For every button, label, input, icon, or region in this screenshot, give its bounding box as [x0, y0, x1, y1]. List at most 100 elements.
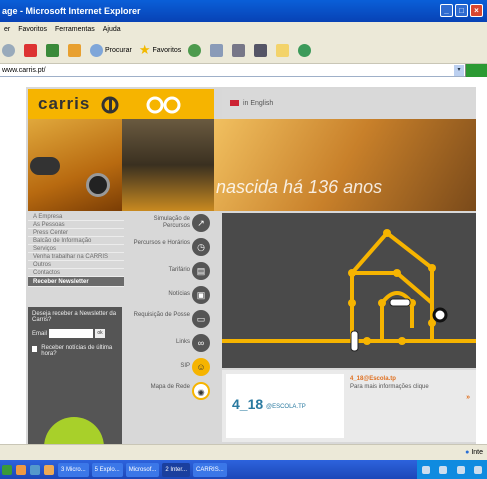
breaking-news-checkbox[interactable]: [32, 346, 38, 352]
menu-item-pessoas[interactable]: As Pessoas: [28, 221, 124, 229]
school-title[interactable]: 4_18@Escola.tp: [350, 376, 396, 382]
school-logo-text: 4_18: [232, 396, 264, 412]
menu-bar: er Favoritos Ferramentas Ajuda: [0, 22, 487, 37]
search-label: Procurar: [105, 46, 132, 54]
service-links[interactable]: Links ∞: [124, 333, 216, 355]
menu-item-contactos[interactable]: Contactos: [28, 269, 124, 277]
menu-item-outros[interactable]: Outros: [28, 261, 124, 269]
taskbar-item-carris[interactable]: CARRIS...: [193, 462, 227, 477]
tram-light-icon: [30, 157, 60, 175]
service-noticias[interactable]: Notícias ▣: [124, 285, 216, 307]
service-sip[interactable]: SIP ☺: [124, 357, 216, 379]
home-icon: [68, 43, 81, 57]
logo-banner: carris: [28, 89, 214, 119]
sip-icon: ☺: [192, 358, 210, 376]
tray-icon[interactable]: [456, 465, 465, 474]
menu-item-servicos[interactable]: Serviços: [28, 245, 124, 253]
email-field[interactable]: [49, 329, 94, 338]
school-logo[interactable]: 4_18 @ESCOLA.TP: [226, 374, 344, 438]
service-label: Tarifário: [168, 267, 190, 273]
newsletter-prompt: Deseja receber a Newsletter da Carris?: [32, 311, 117, 323]
menu-item-trabalhar[interactable]: Venha trabalhar na CARRIS: [28, 253, 124, 261]
taskbar-item-explorer[interactable]: 5 Explo...: [91, 462, 123, 477]
service-label: Mapa de Rede: [150, 384, 190, 390]
taskbar-item-microsoft[interactable]: Microsof...: [125, 462, 160, 477]
service-requisicao[interactable]: Requisição de Posse ▭: [124, 309, 216, 331]
school-promo[interactable]: 4_18 @ESCOLA.TP 4_18@Escola.tp Para mais…: [222, 370, 476, 442]
mail-button[interactable]: [208, 40, 227, 60]
folder-icon: [276, 43, 290, 57]
school-description: Para mais informações clique: [350, 384, 429, 390]
search-icon: [90, 43, 103, 57]
network-map-graphic: [222, 229, 476, 352]
tray-icon[interactable]: [439, 465, 448, 474]
search-button[interactable]: Procurar: [88, 40, 134, 60]
tray-icon[interactable]: [421, 465, 430, 474]
service-simulacao[interactable]: Simulação de Percursos ↗: [124, 213, 216, 235]
star-icon: ★: [138, 42, 151, 57]
edit-button[interactable]: [252, 40, 271, 60]
print-button[interactable]: [230, 40, 249, 60]
favorites-button[interactable]: ★ Favoritos: [137, 40, 183, 60]
route-icon: ↗: [192, 214, 210, 232]
zone-label: Inte: [471, 449, 483, 456]
menu-favorites[interactable]: Favoritos: [14, 22, 51, 37]
menu-item-newsletter[interactable]: Receber Newsletter: [28, 277, 124, 287]
address-url[interactable]: www.carris.pt/: [2, 67, 46, 74]
title-bar: age - Microsoft Internet Explorer _ □ ×: [0, 0, 487, 22]
ticket-icon: ▤: [192, 262, 210, 280]
email-label: Email: [32, 330, 48, 337]
menu-file[interactable]: er: [0, 22, 14, 37]
history-button[interactable]: [186, 40, 205, 60]
globe-icon: ●: [465, 449, 470, 456]
address-bar[interactable]: www.carris.pt/: [0, 64, 487, 77]
menu-item-press[interactable]: Press Center: [28, 229, 124, 237]
favorites-label: Favoritos: [152, 46, 182, 54]
service-mapa[interactable]: Mapa de Rede ✺: [124, 381, 216, 403]
service-percursos[interactable]: Percursos e Horários ◷: [124, 237, 216, 259]
menu-item-empresa[interactable]: A Empresa: [28, 213, 124, 221]
carris-page: carris in English nascida há 136 anos A …: [26, 87, 476, 444]
forward-button[interactable]: [0, 40, 19, 60]
tram-headlight-icon: [86, 173, 110, 197]
tray-icon[interactable]: [474, 465, 483, 474]
taskbar-item-internet[interactable]: 2 Inter...: [162, 462, 191, 477]
quicklaunch-desktop-icon[interactable]: [30, 464, 40, 475]
service-tarifario[interactable]: Tarifário ▤: [124, 261, 216, 283]
refresh-button[interactable]: [44, 40, 63, 60]
newsletter-checkbox-row: Receber notícias de última hora?: [32, 345, 118, 357]
folder-button[interactable]: [274, 40, 293, 60]
carris-logo-mark-icon: [101, 96, 181, 114]
toolbar: Procurar ★ Favoritos: [0, 37, 487, 64]
print-icon: [232, 43, 246, 57]
refresh-icon: [46, 43, 59, 57]
taskbar-item-word[interactable]: 3 Micro...: [58, 462, 89, 477]
close-button[interactable]: ×: [470, 4, 483, 17]
menu-item-balcao[interactable]: Balcão de Informação: [28, 237, 124, 245]
english-link[interactable]: in English: [243, 100, 273, 107]
carris-logo[interactable]: carris: [38, 94, 90, 114]
start-button[interactable]: [2, 464, 12, 475]
services-menu: Simulação de Percursos ↗ Percursos e Horá…: [124, 213, 216, 444]
ok-button[interactable]: ok: [95, 329, 106, 338]
school-more-link[interactable]: »: [466, 394, 470, 401]
messenger-button[interactable]: [296, 40, 315, 60]
page-viewport: carris in English nascida há 136 anos A …: [0, 77, 487, 444]
quicklaunch-ie-icon[interactable]: [16, 464, 26, 475]
network-map[interactable]: [222, 213, 476, 368]
newsletter-email-row: Email ok: [32, 329, 118, 338]
menu-help[interactable]: Ajuda: [99, 22, 125, 37]
home-button[interactable]: [66, 40, 85, 60]
minimize-button[interactable]: _: [440, 4, 453, 17]
browser-window: age - Microsoft Internet Explorer _ □ × …: [0, 0, 487, 479]
quicklaunch-outlook-icon[interactable]: [44, 464, 54, 475]
history-icon: [188, 43, 202, 57]
menu-tools[interactable]: Ferramentas: [51, 22, 99, 37]
taskbar: 3 Micro... 5 Explo... Microsof... 2 Inte…: [0, 460, 487, 479]
go-button[interactable]: [465, 64, 487, 77]
stop-button[interactable]: [22, 40, 41, 60]
service-label: Links: [175, 339, 190, 345]
address-dropdown-icon[interactable]: ▾: [454, 65, 464, 76]
maximize-button[interactable]: □: [455, 4, 468, 17]
clock-icon: ◷: [192, 238, 210, 256]
